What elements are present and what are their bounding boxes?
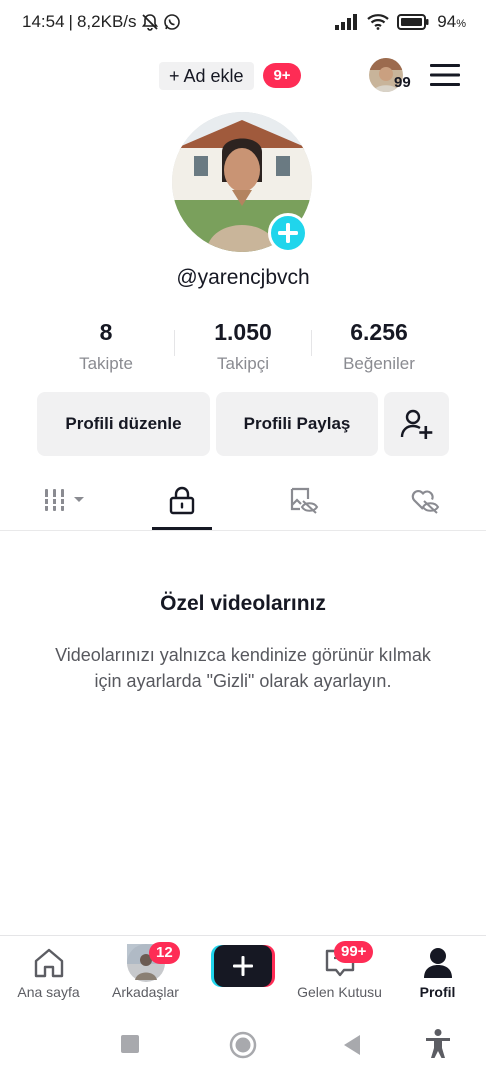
status-bar: 14:54 | 8,2KB/s 94% [0,0,486,48]
bottom-nav: Ana sayfa 12 Arkadaşlar 99+ Gelen Kutusu [0,935,486,1011]
recents-square-icon[interactable] [120,1034,140,1054]
stat-likes-value: 6.256 [350,319,408,345]
profile-tabs [0,470,486,531]
tag-hidden-icon [290,487,318,514]
nav-inbox[interactable]: 99+ Gelen Kutusu [291,936,388,1011]
share-profile-button[interactable]: Profili Paylaş [216,392,378,456]
empty-state-description: Videolarınızı yalnızca kendinize görünür… [55,645,431,691]
battery-icon [397,14,429,30]
tab-liked-hidden[interactable] [364,470,485,530]
profile-icon [423,948,452,978]
liked-hidden-icon [411,489,439,514]
nav-profile[interactable]: Profil [389,936,486,1011]
add-person-icon [400,409,432,439]
home-circle-icon[interactable] [229,1031,257,1059]
stat-following-label: Takipte [79,354,133,373]
nav-create[interactable] [194,936,291,1011]
status-left: 14:54 | 8,2KB/s [22,12,181,32]
avatar-add-button[interactable] [268,213,308,253]
grid-icon [43,489,84,511]
active-tab-indicator [152,527,212,530]
status-time: 14:54 [22,12,65,31]
nav-inbox-label: Gelen Kutusu [297,984,382,1000]
status-speed: 8,2KB/s [76,12,137,31]
stat-following[interactable]: 8 Takipte [36,318,176,374]
signal-icon [335,14,358,30]
status-separator: | [68,12,73,31]
nav-profile-label: Profil [419,984,456,1000]
tab-reposts-hidden[interactable] [243,470,364,530]
hamburger-menu-icon[interactable] [430,63,460,87]
accessibility-icon[interactable] [424,1028,452,1060]
nav-home-label: Ana sayfa [17,984,80,1000]
battery-percent: 94% [437,12,466,31]
add-account-badge: 9+ [263,63,301,88]
system-nav-bar [0,1010,486,1080]
nav-home[interactable]: Ana sayfa [0,936,97,1011]
stat-followers-label: Takipçi [217,354,269,373]
nav-friends-label: Arkadaşlar [112,984,179,1000]
status-right: 94% [335,12,466,32]
nav-friends[interactable]: 12 Arkadaşlar [97,936,194,1011]
wifi-icon [367,14,390,30]
add-friend-button[interactable] [384,392,449,456]
header-avatar-count: 99 [394,74,411,91]
lock-icon [169,486,194,515]
stat-likes-label: Beğeniler [343,354,415,373]
edit-profile-button[interactable]: Profili düzenle [37,392,210,456]
home-icon [34,948,63,978]
tab-videos[interactable] [4,470,125,530]
stat-likes[interactable]: 6.256 Beğeniler [309,318,449,374]
whatsapp-icon [163,14,180,30]
stat-followers-value: 1.050 [214,319,272,345]
friends-badge: 12 [149,942,180,964]
stat-following-value: 8 [99,319,113,345]
tab-private[interactable] [121,470,242,530]
stat-followers[interactable]: 1.050 Takipçi [173,318,313,374]
back-triangle-icon[interactable] [342,1034,362,1056]
inbox-badge: 99+ [334,941,374,963]
create-icon [210,945,275,987]
empty-state-title: Özel videolarınız [160,592,326,615]
mute-bell-icon [141,14,158,31]
username: @yarencjbvch [176,266,310,289]
add-account-button[interactable]: + Ad ekle [159,62,254,90]
